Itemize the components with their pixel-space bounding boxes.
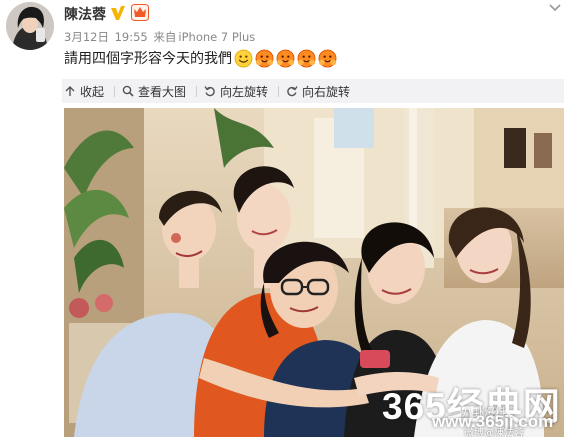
view-large-label: 查看大图: [138, 84, 187, 99]
post-date[interactable]: 3月12日: [64, 30, 109, 44]
search-icon: [122, 85, 134, 97]
rotate-right-button[interactable]: 向右旋转: [286, 83, 350, 99]
post-photo[interactable]: 365经典网 八卦爆料 www.365jj.com 微博@陳法蓉: [64, 108, 564, 437]
post-text: 請用四個字形容今天的我們: [64, 48, 337, 68]
hug-emoji-icon: [297, 49, 316, 67]
avatar-image: [6, 2, 54, 50]
post-body: 請用四個字形容今天的我們: [64, 51, 232, 67]
post-source-prefix: 来自: [153, 30, 177, 44]
post-meta: 3月12日 19:55 来自 iPhone 7 Plus: [64, 29, 257, 45]
smile-emoji-icon: [234, 49, 253, 67]
group-photo-image: [64, 108, 564, 437]
arrow-up-icon: [65, 86, 75, 96]
rotate-right-label: 向右旋转: [302, 84, 351, 99]
post-time[interactable]: 19:55: [115, 30, 148, 44]
chevron-down-icon[interactable]: [548, 2, 562, 14]
hug-emoji-icon: [318, 49, 337, 67]
member-badge-icon[interactable]: [131, 4, 149, 21]
avatar[interactable]: [6, 2, 54, 50]
view-large-button[interactable]: 查看大图: [122, 83, 186, 99]
post-source-device[interactable]: iPhone 7 Plus: [178, 30, 255, 44]
collapse-label: 收起: [80, 84, 105, 99]
image-toolbar: 收起 查看大图 向左旋转 向右旋转: [62, 79, 564, 103]
rotate-left-button[interactable]: 向左旋转: [204, 83, 268, 99]
verified-badge-icon[interactable]: [110, 5, 126, 21]
toolbar-divider: [278, 86, 279, 97]
rotate-left-icon: [204, 86, 215, 97]
rotate-left-label: 向左旋转: [220, 84, 269, 99]
username[interactable]: 陳法蓉: [64, 4, 106, 24]
collapse-button[interactable]: 收起: [64, 83, 104, 99]
hug-emoji-icon: [276, 49, 295, 67]
toolbar-divider: [114, 86, 115, 97]
rotate-right-icon: [287, 86, 298, 97]
hug-emoji-icon: [255, 49, 274, 67]
toolbar-divider: [196, 86, 197, 97]
